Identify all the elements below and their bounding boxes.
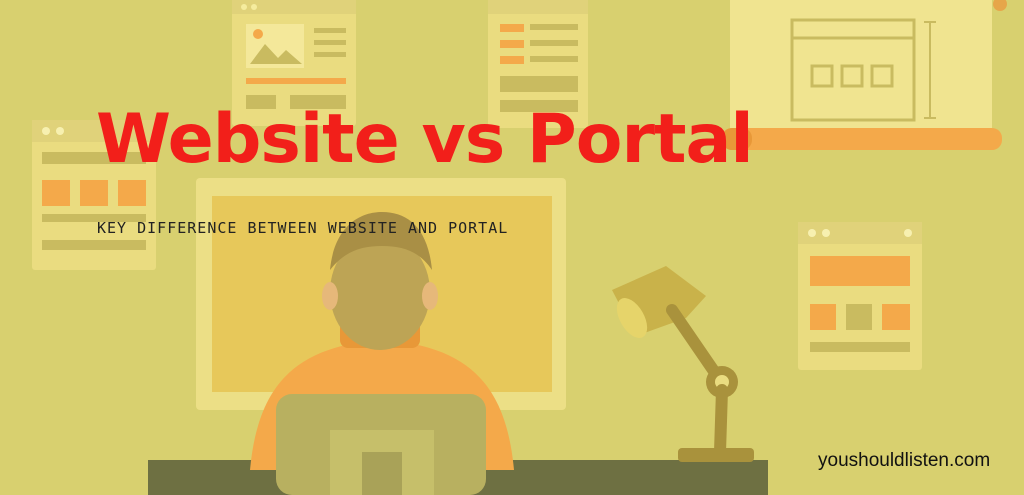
lamp-icon: [612, 266, 754, 462]
right-window-icon: [798, 222, 922, 370]
blueprint-icon: [722, 0, 1007, 150]
chair: [276, 394, 486, 495]
page-title: Website vs Portal: [96, 100, 754, 179]
banner: Website vs Portal KEY DIFFERENCE BETWEEN…: [0, 0, 1024, 495]
office-illustration: [32, 0, 1007, 495]
page-subtitle: KEY DIFFERENCE BETWEEN WEBSITE AND PORTA…: [97, 219, 509, 237]
site-watermark: youshouldlisten.com: [818, 450, 991, 471]
